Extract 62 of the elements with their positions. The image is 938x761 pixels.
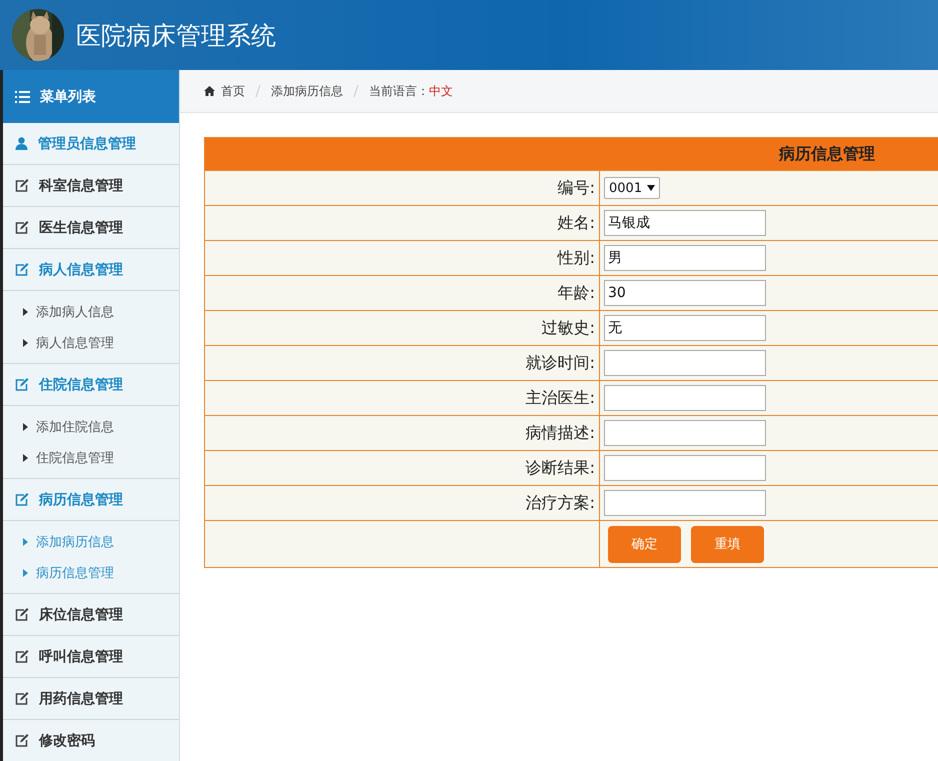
edit-icon — [15, 221, 29, 234]
input-field[interactable] — [604, 350, 766, 376]
caret-icon — [23, 568, 28, 576]
sidebar-section[interactable]: 管理员信息管理 — [3, 123, 179, 165]
menu-icon — [15, 90, 30, 102]
input-field[interactable] — [604, 490, 766, 516]
edit-icon — [15, 179, 29, 192]
edit-icon — [15, 650, 29, 663]
edit-icon — [15, 493, 29, 506]
edit-icon — [15, 734, 29, 747]
sidebar-item[interactable]: 住院信息管理 — [3, 442, 179, 473]
field-label: 过敏史: — [542, 318, 595, 338]
input-field[interactable] — [604, 420, 766, 446]
dropdown-arrow-icon — [647, 185, 656, 191]
sidebar-section[interactable]: 科室信息管理 — [3, 165, 179, 207]
caret-icon — [23, 422, 28, 430]
sidebar-section[interactable]: 病历信息管理 — [3, 479, 179, 521]
sidebar-section[interactable]: 修改密码 — [3, 720, 179, 761]
sidebar-section[interactable]: 医生信息管理 — [3, 207, 179, 249]
home-icon — [204, 86, 215, 96]
field-label: 诊断结果: — [526, 458, 595, 478]
caret-icon — [23, 308, 28, 316]
edit-icon — [15, 608, 29, 621]
sidebar-section[interactable]: 呼叫信息管理 — [3, 636, 179, 678]
app-title: 医院病床管理系统 — [76, 20, 276, 52]
field-label: 年龄: — [558, 282, 595, 304]
input-field[interactable] — [604, 455, 766, 481]
menu-title: 菜单列表 — [40, 88, 96, 106]
select-field[interactable]: 0001 — [604, 177, 660, 199]
caret-icon — [23, 454, 28, 462]
caret-icon — [23, 538, 28, 546]
field-label: 姓名: — [558, 212, 595, 234]
edit-icon — [15, 692, 29, 705]
sidebar-item[interactable]: 添加病人信息 — [3, 296, 179, 327]
field-label: 就诊时间: — [526, 352, 595, 374]
input-field[interactable]: 无 — [604, 315, 766, 341]
input-field[interactable]: 男 — [604, 245, 766, 271]
sidebar-section[interactable]: 住院信息管理 — [3, 364, 179, 406]
caret-icon — [23, 338, 28, 346]
input-field[interactable] — [604, 385, 766, 411]
language-label: 当前语言： — [369, 82, 429, 100]
user-icon — [15, 137, 28, 150]
sidebar-section[interactable]: 床位信息管理 — [3, 594, 179, 636]
sidebar-section[interactable]: 病人信息管理 — [3, 249, 179, 291]
field-label: 治疗方案: — [526, 492, 595, 514]
field-label: 病情描述: — [526, 422, 595, 444]
sidebar-section[interactable]: 用药信息管理 — [3, 678, 179, 720]
sidebar-item[interactable]: 病人信息管理 — [3, 327, 179, 358]
form-title: 病历信息管理 — [779, 144, 875, 164]
edit-icon — [15, 378, 29, 391]
breadcrumb-link[interactable]: 首页 — [221, 82, 245, 100]
field-label: 性别: — [558, 248, 595, 268]
input-field[interactable]: 30 — [604, 280, 766, 306]
breadcrumb-link[interactable]: 添加病历信息 — [271, 82, 343, 100]
language-value: 中文 — [429, 82, 453, 100]
edit-icon — [15, 263, 29, 276]
sidebar-item[interactable]: 添加住院信息 — [3, 411, 179, 442]
input-field[interactable]: 马银成 — [604, 210, 766, 236]
field-label: 编号: — [558, 178, 595, 198]
breadcrumb-separator-icon — [353, 85, 359, 97]
breadcrumb-separator-icon — [255, 85, 261, 97]
field-label: 主治医生: — [526, 388, 595, 408]
